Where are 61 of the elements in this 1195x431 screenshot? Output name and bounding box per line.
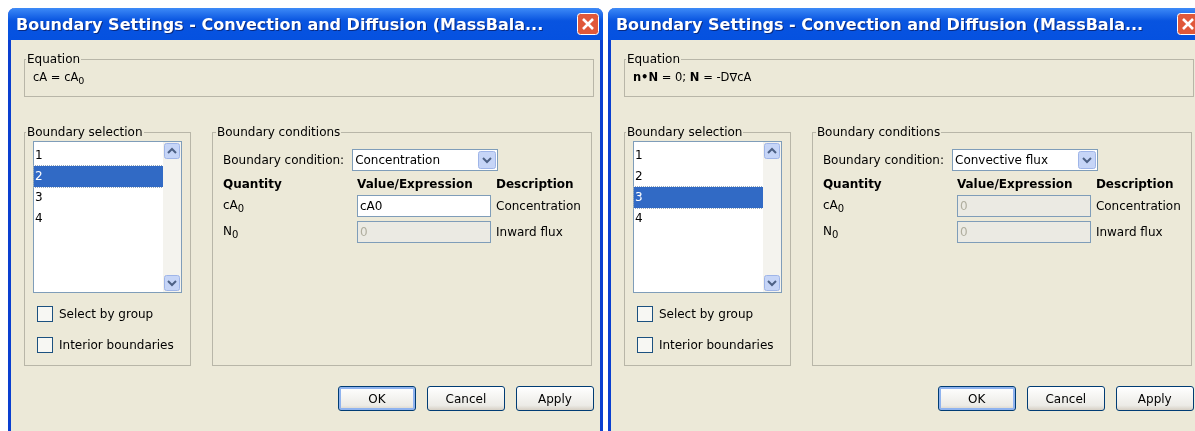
- field-label: Boundary condition:: [822, 153, 945, 167]
- scrollbar[interactable]: [762, 142, 781, 292]
- checkbox-label[interactable]: Select by group: [658, 307, 754, 321]
- field-label: Boundary condition:: [223, 153, 345, 167]
- scroll-up-icon[interactable]: [164, 143, 180, 159]
- dialog-button[interactable]: Cancel: [426, 386, 505, 411]
- list-item[interactable]: 1: [34, 145, 163, 166]
- scroll-up-icon[interactable]: [763, 143, 780, 159]
- group-title: Equation: [26, 52, 82, 66]
- list-item[interactable]: 3: [34, 187, 163, 208]
- column-header: Description: [496, 177, 575, 191]
- scrollbar[interactable]: [163, 142, 181, 292]
- condition-dropdown[interactable]: Convective flux: [952, 149, 1099, 171]
- group-title: Boundary conditions: [216, 125, 342, 139]
- window-title: Boundary Settings - Convection and Diffusion (MassBala...: [16, 14, 544, 34]
- list-item[interactable]: 3: [633, 187, 763, 208]
- close-icon[interactable]: [1176, 13, 1195, 35]
- group-title: Boundary selection: [625, 125, 744, 139]
- equation-text: cA = cA$_{0}$: [33, 70, 85, 87]
- quantity-label: N$_{0}$: [822, 223, 840, 241]
- checkbox-label[interactable]: Select by group: [59, 307, 154, 321]
- scroll-down-icon[interactable]: [164, 275, 180, 291]
- description-text: Concentration: [496, 199, 581, 213]
- checkbox-label[interactable]: Interior boundaries: [658, 338, 774, 352]
- checkbox[interactable]: [37, 306, 53, 322]
- checkbox-label[interactable]: Interior boundaries: [59, 338, 174, 352]
- list-item[interactable]: 1: [633, 145, 763, 166]
- dialog-button[interactable]: Cancel: [1026, 386, 1105, 411]
- group-title: Equation: [625, 52, 682, 66]
- description-text: Inward flux: [496, 225, 564, 239]
- description-text: Inward flux: [1095, 225, 1164, 239]
- window-title: Boundary Settings - Convection and Diffusion (MassBala...: [615, 14, 1144, 34]
- group-title: Boundary conditions: [815, 125, 942, 139]
- group-title: Boundary selection: [26, 125, 144, 139]
- checkbox[interactable]: [636, 306, 653, 322]
- quantity-label: cA$_{0}$: [223, 197, 246, 215]
- column-header: Value/Expression: [956, 177, 1074, 191]
- close-icon[interactable]: [576, 13, 599, 35]
- list-item[interactable]: 2: [633, 166, 763, 187]
- description-text: Concentration: [1095, 199, 1181, 213]
- column-header: Quantity: [822, 177, 883, 191]
- column-header: Value/Expression: [357, 177, 474, 191]
- caret-icon[interactable]: [1078, 151, 1097, 169]
- dialog-button[interactable]: Apply: [1115, 386, 1194, 411]
- equation-text: n•N = 0; N = -D∇cA: [632, 70, 752, 84]
- checkbox[interactable]: [37, 337, 53, 353]
- list-item[interactable]: 4: [633, 208, 763, 229]
- list-item[interactable]: 4: [34, 208, 163, 229]
- checkbox[interactable]: [636, 337, 653, 353]
- dialog-button[interactable]: Apply: [515, 386, 594, 411]
- caret-icon[interactable]: [478, 151, 497, 169]
- dialog-button[interactable]: OK: [937, 386, 1016, 411]
- list-item[interactable]: 2: [34, 166, 163, 187]
- scroll-down-icon[interactable]: [763, 275, 780, 291]
- condition-dropdown[interactable]: Concentration: [352, 149, 499, 171]
- dialog-button[interactable]: OK: [337, 386, 416, 411]
- quantity-label: N$_{0}$: [223, 223, 240, 241]
- quantity-label: cA$_{0}$: [822, 197, 846, 215]
- column-header: Description: [1095, 177, 1175, 191]
- input-field[interactable]: cA0: [357, 195, 491, 217]
- column-header: Quantity: [223, 177, 283, 191]
